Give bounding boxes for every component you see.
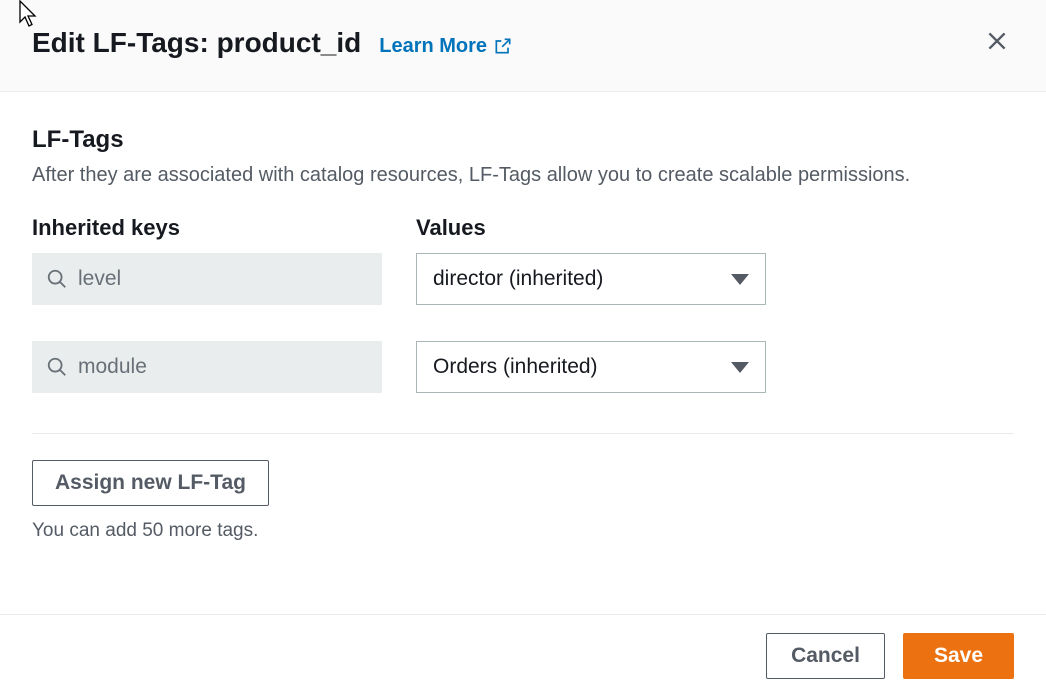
value-module-text: Orders (inherited)	[433, 355, 598, 379]
inherited-keys-column: Inherited keys level module	[32, 215, 382, 393]
assign-new-tag-button[interactable]: Assign new LF-Tag	[32, 460, 269, 506]
value-select-level[interactable]: director (inherited)	[416, 253, 766, 305]
search-icon	[46, 268, 68, 290]
dialog-header: Edit LF-Tags: product_id Learn More	[0, 0, 1046, 92]
assign-hint: You can add 50 more tags.	[32, 520, 1014, 542]
dialog-footer: Cancel Save	[0, 614, 1046, 697]
key-field-module[interactable]: module	[32, 341, 382, 393]
chevron-down-icon	[731, 274, 749, 285]
external-link-icon	[493, 36, 513, 56]
learn-more-label: Learn More	[379, 35, 487, 58]
cancel-button[interactable]: Cancel	[766, 633, 885, 679]
chevron-down-icon	[731, 362, 749, 373]
dialog-title: Edit LF-Tags: product_id	[32, 27, 361, 59]
section-title: LF-Tags	[32, 126, 1014, 154]
close-icon	[984, 28, 1010, 54]
value-select-module[interactable]: Orders (inherited)	[416, 341, 766, 393]
key-field-level[interactable]: level	[32, 253, 382, 305]
key-level-text: level	[78, 267, 121, 291]
learn-more-link[interactable]: Learn More	[379, 35, 513, 58]
value-level-text: director (inherited)	[433, 267, 603, 291]
header-left: Edit LF-Tags: product_id Learn More	[32, 27, 513, 59]
tag-columns: Inherited keys level module Values direc…	[32, 215, 1014, 393]
dialog-content: LF-Tags After they are associated with c…	[0, 92, 1046, 562]
values-column: Values director (inherited) Orders (inhe…	[416, 215, 766, 393]
keys-header: Inherited keys	[32, 215, 382, 241]
search-icon	[46, 356, 68, 378]
save-button[interactable]: Save	[903, 633, 1014, 679]
section-description: After they are associated with catalog r…	[32, 164, 1014, 187]
close-button[interactable]	[980, 24, 1014, 61]
key-module-text: module	[78, 355, 147, 379]
divider	[32, 433, 1014, 434]
values-header: Values	[416, 215, 766, 241]
